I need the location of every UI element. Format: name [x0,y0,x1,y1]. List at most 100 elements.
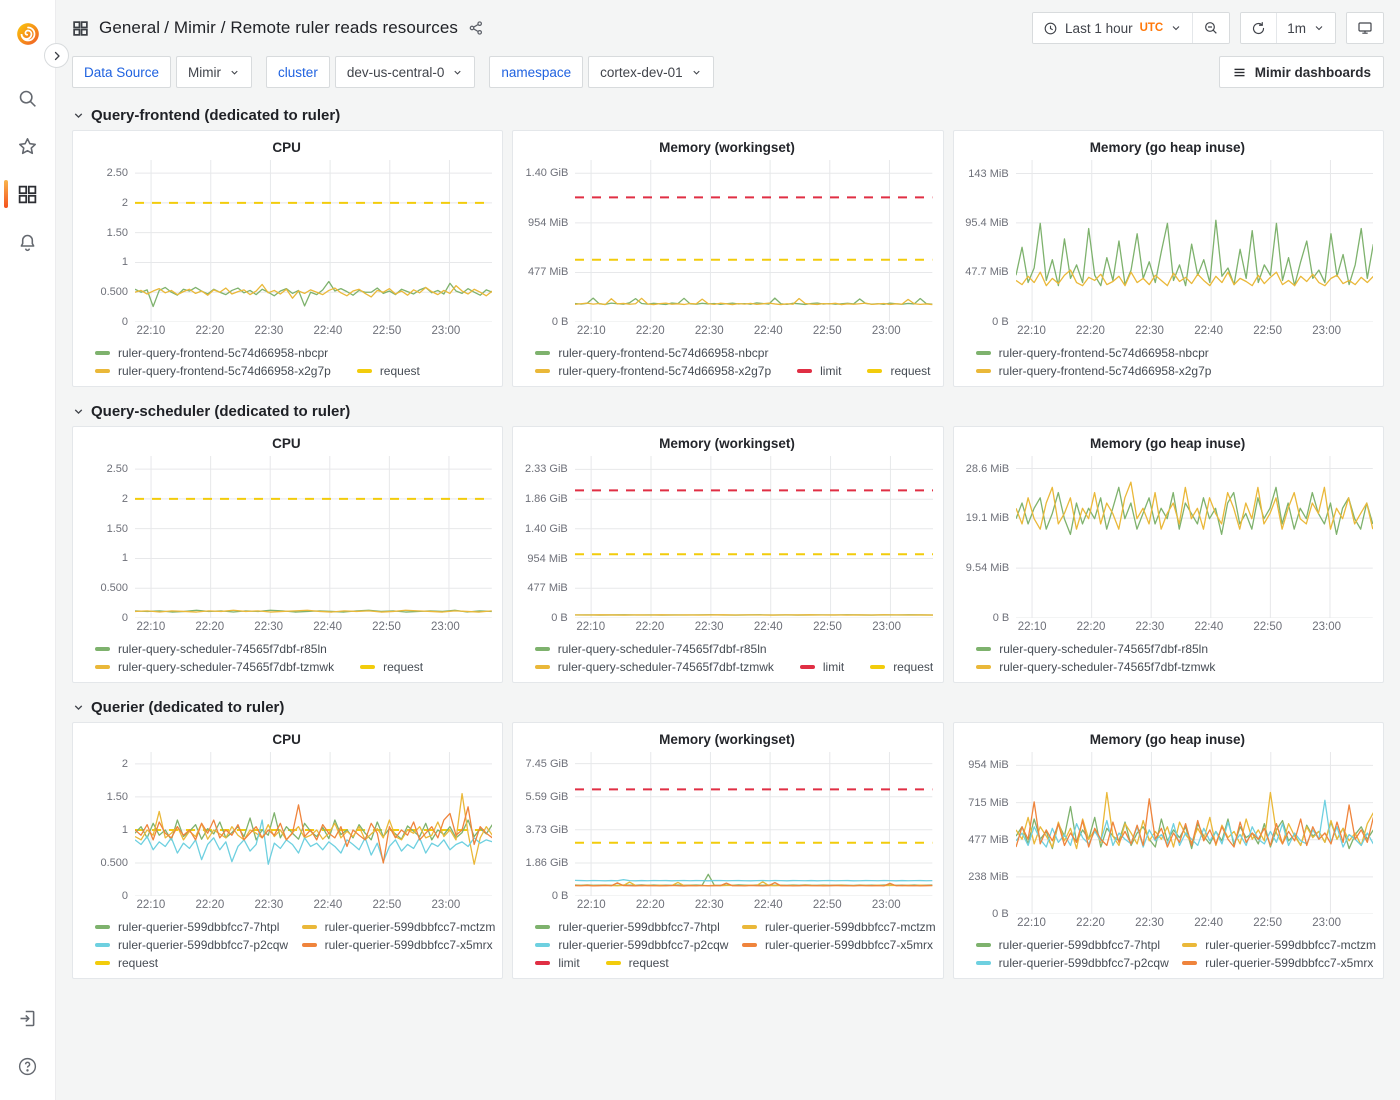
legend-item[interactable]: ruler-query-scheduler-74565f7dbf-r85ln [535,642,767,656]
variable-label[interactable]: Data Source [72,56,171,88]
tv-mode-button[interactable] [1347,13,1383,43]
chart-plot[interactable] [575,456,933,618]
variable-value-dropdown[interactable]: cortex-dev-01 [588,56,714,88]
y-axis-label: 2 [122,758,128,770]
sidebar-item-dashboards[interactable] [0,170,56,218]
breadcrumb-folder[interactable]: General [99,18,160,37]
legend-series-marker [302,925,317,929]
panel-title[interactable]: Memory (go heap inuse) [962,730,1373,752]
refresh-interval-select[interactable]: 1m [1276,13,1335,43]
time-range-picker[interactable]: Last 1 hour UTC [1033,13,1192,43]
variable-label[interactable]: namespace [489,56,583,88]
legend-item[interactable]: ruler-querier-599dbbfcc7-7htpl [976,938,1183,952]
refresh-button[interactable] [1241,13,1276,43]
panel-title[interactable]: Memory (workingset) [521,730,932,752]
variable-value-dropdown[interactable]: Mimir [176,56,252,88]
legend-item[interactable]: ruler-query-scheduler-74565f7dbf-r85ln [976,642,1208,656]
legend-item[interactable]: limit [535,956,579,970]
chart-canvas [575,160,932,322]
sidebar-item-sign-in[interactable] [0,994,56,1042]
chart-plot[interactable] [135,456,492,618]
legend-item[interactable]: ruler-querier-599dbbfcc7-p2cqw [535,938,742,952]
legend-row: ruler-query-frontend-5c74d66958-nbcpr [976,344,1373,361]
legend-item[interactable]: ruler-query-frontend-5c74d66958-x2g7p [535,364,771,378]
panel-memory-go-heap-inuse: Memory (go heap inuse)0 B9.54 MiB19.1 Mi… [953,426,1384,683]
legend-series-label: ruler-querier-599dbbfcc7-x5mrx [1205,956,1373,970]
legend-item[interactable]: request [360,660,423,674]
legend-series-marker [95,351,110,355]
chart-plot[interactable] [1016,160,1373,322]
panel-cpu: CPU00.50011.5022.5022:1022:2022:3022:402… [72,130,503,387]
panel-title[interactable]: CPU [81,138,492,160]
breadcrumb[interactable]: General/ Mimir / Remote ruler reads reso… [99,18,458,38]
y-axis-label: 0 [122,890,128,902]
legend-item[interactable]: ruler-query-frontend-5c74d66958-nbcpr [95,346,328,360]
chart-plot[interactable] [135,752,492,896]
legend-item[interactable]: request [95,956,158,970]
zoom-out-button[interactable] [1192,13,1229,43]
y-axis: 0 B477 MiB954 MiB1.40 GiB [521,160,575,322]
legend-series-label: request [893,660,933,674]
y-axis-label: 1.50 [107,227,128,239]
legend-item[interactable]: ruler-query-frontend-5c74d66958-x2g7p [95,364,331,378]
legend-item[interactable]: request [867,364,930,378]
legend-item[interactable]: ruler-query-frontend-5c74d66958-x2g7p [976,364,1212,378]
legend-item[interactable]: limit [800,660,844,674]
panel-title[interactable]: CPU [81,730,492,752]
panel-title[interactable]: Memory (workingset) [521,434,933,456]
legend-item[interactable]: request [357,364,420,378]
legend-item[interactable]: request [870,660,933,674]
legend-item[interactable]: ruler-querier-599dbbfcc7-p2cqw [976,956,1183,970]
legend-item[interactable]: ruler-querier-599dbbfcc7-7htpl [95,920,302,934]
panel-title[interactable]: Memory (workingset) [521,138,932,160]
mimir-dashboards-button[interactable]: Mimir dashboards [1219,56,1384,88]
x-axis-label: 22:50 [373,325,402,337]
x-axis-label: 23:00 [872,325,901,337]
y-axis-label: 0.500 [100,582,128,594]
panel-title[interactable]: CPU [81,434,492,456]
legend-item[interactable]: ruler-querier-599dbbfcc7-7htpl [535,920,742,934]
chart-plot[interactable] [1016,752,1373,914]
legend-item[interactable]: ruler-querier-599dbbfcc7-p2cqw [95,938,302,952]
legend-item[interactable]: request [606,956,669,970]
variable-value-dropdown[interactable]: dev-us-central-0 [335,56,476,88]
panel-title[interactable]: Memory (go heap inuse) [962,138,1373,160]
variable-label[interactable]: cluster [266,56,330,88]
x-axis: 22:1022:2022:3022:4022:5023:00 [575,322,928,341]
row-toggle-query-scheduler[interactable]: Query-scheduler (dedicated to ruler) [72,396,1384,426]
legend-row: ruler-query-frontend-5c74d66958-x2g7p req… [95,362,492,379]
star-icon [17,136,38,157]
sidebar-item-starred[interactable] [0,122,56,170]
legend-item[interactable]: ruler-querier-599dbbfcc7-x5mrx [1182,956,1373,970]
legend-item[interactable]: ruler-query-frontend-5c74d66958-nbcpr [535,346,768,360]
sidebar [0,0,56,1100]
legend-item[interactable]: ruler-query-scheduler-74565f7dbf-tzmwk [535,660,774,674]
chart-plot[interactable] [575,752,932,896]
legend-item[interactable]: ruler-querier-599dbbfcc7-mctzm [742,920,933,934]
chart-canvas [135,160,492,322]
legend-item[interactable]: ruler-query-scheduler-74565f7dbf-tzmwk [95,660,334,674]
tv-icon [1357,20,1373,36]
chart-plot[interactable] [575,160,932,322]
row-toggle-querier[interactable]: Querier (dedicated to ruler) [72,692,1384,722]
legend-item[interactable]: limit [797,364,841,378]
legend-item[interactable]: ruler-querier-599dbbfcc7-mctzm [302,920,493,934]
legend-item[interactable]: ruler-query-scheduler-74565f7dbf-r85ln [95,642,327,656]
x-axis-label: 22:30 [255,325,284,337]
legend-item[interactable]: ruler-querier-599dbbfcc7-x5mrx [742,938,933,952]
sidebar-item-alerting[interactable] [0,218,56,266]
sidebar-expand-button[interactable] [44,43,69,68]
sidebar-item-search[interactable] [0,74,56,122]
panel-title[interactable]: Memory (go heap inuse) [962,434,1373,456]
y-axis-label: 954 MiB [528,217,568,229]
x-axis-label: 23:00 [1312,325,1341,337]
chart-plot[interactable] [1016,456,1373,618]
sidebar-item-help[interactable] [0,1042,56,1090]
row-toggle-query-frontend[interactable]: Query-frontend (dedicated to ruler) [72,100,1384,130]
share-icon[interactable] [468,20,484,36]
legend-item[interactable]: ruler-querier-599dbbfcc7-mctzm [1182,938,1373,952]
chart-plot[interactable] [135,160,492,322]
legend-item[interactable]: ruler-query-frontend-5c74d66958-nbcpr [976,346,1209,360]
legend-item[interactable]: ruler-querier-599dbbfcc7-x5mrx [302,938,493,952]
legend-item[interactable]: ruler-query-scheduler-74565f7dbf-tzmwk [976,660,1215,674]
